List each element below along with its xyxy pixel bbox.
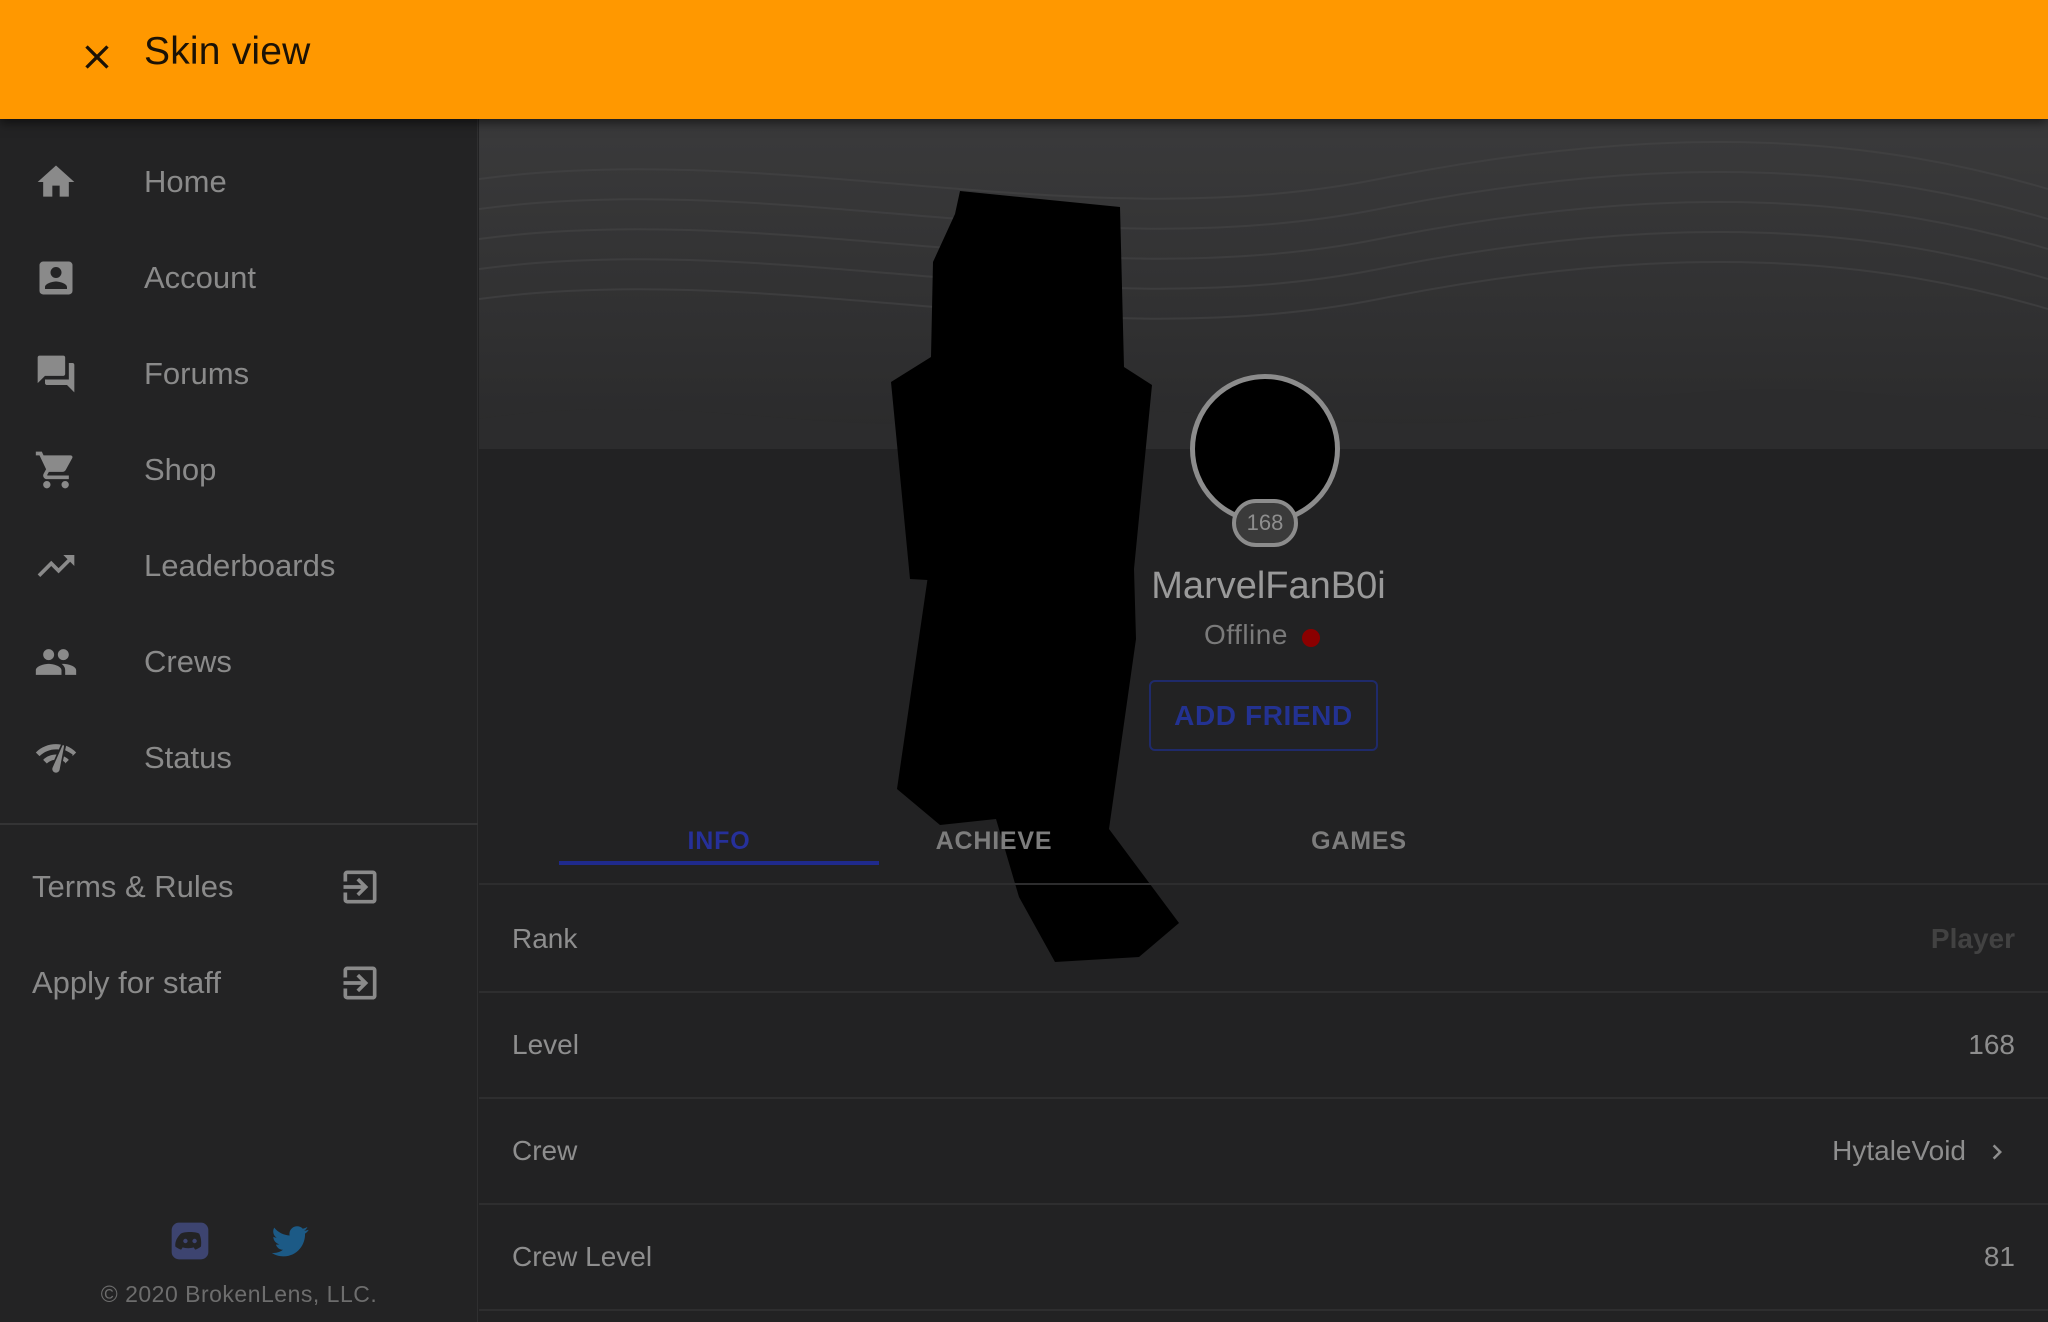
username: MarvelFanB0i <box>1151 565 1386 607</box>
chevron-right-icon <box>1992 1144 2002 1160</box>
discord-icon[interactable] <box>168 1219 212 1263</box>
terms-rules-link[interactable]: Terms & Rules <box>0 839 478 935</box>
sidebar-item-forums[interactable]: Forums <box>0 326 478 422</box>
info-value: HytaleVoid <box>1832 1135 1966 1166</box>
sidebar-item-label: Home <box>144 164 227 199</box>
cart-icon <box>35 451 73 489</box>
info-key: Rank <box>512 923 578 954</box>
info-key: Crew Level <box>512 1241 653 1272</box>
info-row-crew[interactable]: Crew HytaleVoid <box>479 1099 2048 1205</box>
tab-achievements[interactable]: ACHIEVE <box>834 795 1154 885</box>
tab-info[interactable]: INFO <box>559 795 879 885</box>
network-check-icon <box>35 744 77 773</box>
sidebar-item-label: Crews <box>144 644 232 679</box>
sidebar-item-home[interactable]: Home <box>0 134 478 230</box>
level-badge: 168 <box>1232 499 1298 547</box>
info-value: 168 <box>1968 1029 2015 1060</box>
info-key: Crew <box>512 1135 578 1166</box>
app-bar: Skin view <box>0 0 2048 119</box>
sidebar-item-leaderboards[interactable]: Leaderboards <box>0 518 478 614</box>
sidebar-item-status[interactable]: Status <box>0 710 478 806</box>
close-icon[interactable] <box>77 37 117 77</box>
info-row-rank: Rank Player <box>479 887 2048 993</box>
exit-to-app-icon <box>343 870 377 904</box>
online-status: Offline <box>1204 619 1288 650</box>
sidebar-item-shop[interactable]: Shop <box>0 422 478 518</box>
tab-games[interactable]: GAMES <box>1199 795 1519 885</box>
sidebar-item-crews[interactable]: Crews <box>0 614 478 710</box>
sidebar-item-label: Shop <box>144 452 217 487</box>
people-icon <box>35 649 77 675</box>
sidebar-divider <box>0 823 478 825</box>
home-icon <box>37 165 75 197</box>
sidebar: Home Account Forums Shop Leaderboards Cr… <box>0 119 478 1322</box>
sidebar-item-account[interactable]: Account <box>0 230 478 326</box>
sidebar-item-label: Status <box>144 740 232 775</box>
active-tab-indicator <box>559 861 879 865</box>
copyright: © 2020 BrokenLens, LLC. <box>100 1281 378 1307</box>
trending-up-icon <box>37 555 75 577</box>
sidebar-item-label: Leaderboards <box>144 548 336 583</box>
sidebar-item-label: Forums <box>144 356 250 391</box>
page-title: Skin view <box>144 30 311 73</box>
sidebar-item-label: Account <box>144 260 257 295</box>
account-box-icon <box>39 261 73 295</box>
info-row-crew-level: Crew Level 81 <box>479 1205 2048 1311</box>
info-value: 81 <box>1983 1241 2015 1272</box>
profile-tabs: INFO ACHIEVE GAMES <box>479 795 2048 885</box>
profile-main: 168 MarvelFanB0i Offline ADD FRIEND INFO… <box>479 119 2048 1322</box>
exit-to-app-icon <box>343 966 377 1000</box>
terms-rules-label: Terms & Rules <box>32 869 234 904</box>
twitter-icon[interactable] <box>268 1219 312 1263</box>
info-row-level: Level 168 <box>479 993 2048 1099</box>
info-value: Player <box>1930 923 2015 954</box>
forum-icon <box>37 355 75 393</box>
apply-staff-link[interactable]: Apply for staff <box>0 935 478 1031</box>
status-dot <box>1302 629 1320 647</box>
add-friend-button[interactable]: ADD FRIEND <box>1149 680 1378 751</box>
apply-staff-label: Apply for staff <box>32 965 221 1000</box>
info-key: Level <box>512 1029 579 1060</box>
